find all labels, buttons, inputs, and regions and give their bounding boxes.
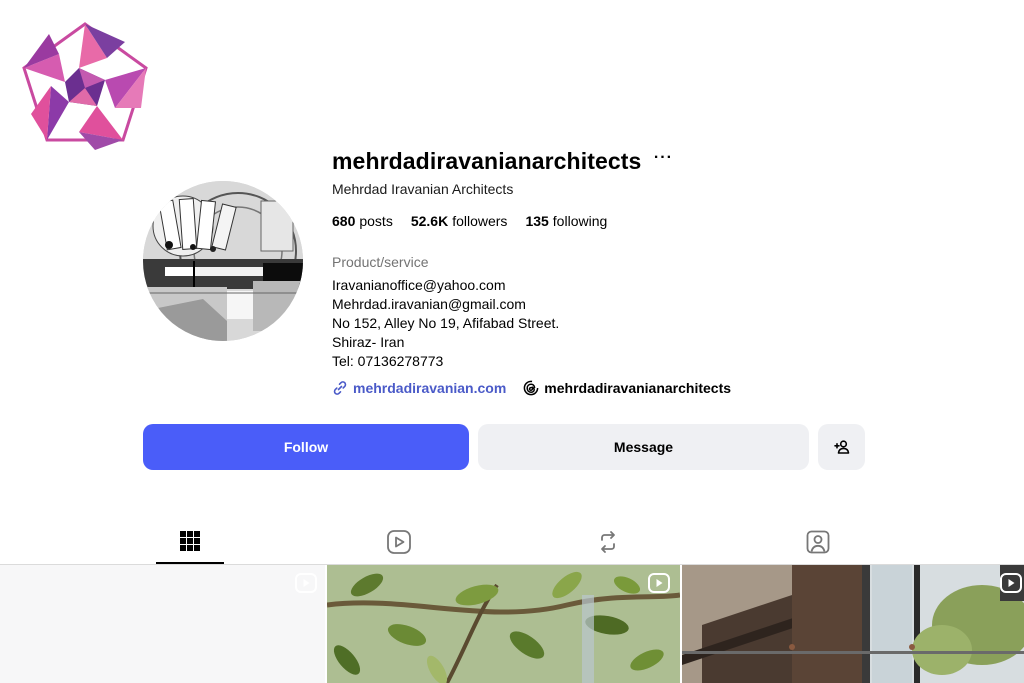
- followers-count: 52.6K: [410, 213, 449, 229]
- profile-info: mehrdadiravanianarchitects ··· Mehrdad I…: [332, 145, 892, 397]
- add-person-icon: [833, 440, 849, 454]
- reel-badge-icon: [648, 573, 670, 593]
- message-button[interactable]: Message: [478, 424, 809, 470]
- post-grid: [0, 565, 1024, 683]
- threads-icon: [523, 380, 539, 396]
- tab-tagged[interactable]: [784, 520, 852, 564]
- tab-reels[interactable]: [365, 520, 433, 564]
- website-link-text: mehrdadiravanian.com: [353, 380, 507, 396]
- brand-logo: [22, 22, 148, 150]
- bio-line: Iravanianoffice@yahoo.com: [332, 277, 506, 293]
- tab-reposts[interactable]: [574, 520, 642, 564]
- suggested-accounts-button[interactable]: [818, 424, 865, 470]
- tagged-icon: [806, 530, 830, 554]
- tab-posts[interactable]: [156, 520, 224, 564]
- following-stat[interactable]: 135 following: [525, 213, 607, 229]
- bio-line: Tel: 07136278773: [332, 353, 444, 369]
- threads-link[interactable]: mehrdadiravanianarchitects: [523, 380, 731, 396]
- profile-links: mehrdadiravanian.com mehrdadiravanianarc…: [332, 380, 731, 396]
- bio-line: No 152, Alley No 19, Afifabad Street.: [332, 315, 560, 331]
- reel-badge-icon: [295, 573, 317, 593]
- posts-count: 680: [332, 213, 356, 229]
- profile-tabs: [0, 520, 1024, 564]
- posts-label: posts: [359, 213, 393, 229]
- profile-full-name: Mehrdad Iravanian Architects: [332, 181, 514, 197]
- link-icon: [333, 381, 347, 395]
- threads-link-text: mehrdadiravanianarchitects: [544, 380, 732, 396]
- profile-category: Product/service: [332, 254, 429, 270]
- following-count: 135: [525, 213, 549, 229]
- grid-icon: [180, 531, 200, 551]
- post-thumbnail[interactable]: [682, 565, 1024, 683]
- username-row: mehrdadiravanianarchitects ···: [332, 145, 892, 177]
- followers-stat[interactable]: 52.6K followers: [411, 213, 508, 229]
- post-thumbnail[interactable]: [327, 565, 680, 683]
- post-image: [327, 565, 680, 683]
- followers-label: followers: [452, 213, 508, 229]
- bio-line: Shiraz- Iran: [332, 334, 405, 350]
- profile-bio: Iravanianoffice@yahoo.com Mehrdad.iravan…: [332, 276, 559, 371]
- avatar-image: [143, 181, 303, 341]
- reels-icon: [387, 530, 411, 554]
- reel-badge-icon: [1000, 573, 1022, 593]
- bio-line: Mehrdad.iravanian@gmail.com: [332, 296, 526, 312]
- website-link[interactable]: mehrdadiravanian.com: [332, 380, 506, 396]
- posts-stat: 680 posts: [332, 213, 393, 229]
- profile-username: mehrdadiravanianarchitects: [332, 147, 642, 174]
- reposts-icon: [601, 531, 615, 553]
- profile-stats: 680 posts 52.6K followers 135 following: [332, 213, 607, 229]
- post-image: [682, 565, 1024, 683]
- following-label: following: [552, 213, 608, 229]
- post-thumbnail[interactable]: [0, 565, 325, 683]
- profile-avatar[interactable]: [143, 181, 303, 341]
- more-options-button[interactable]: ···: [653, 149, 673, 171]
- follow-button[interactable]: Follow: [143, 424, 469, 470]
